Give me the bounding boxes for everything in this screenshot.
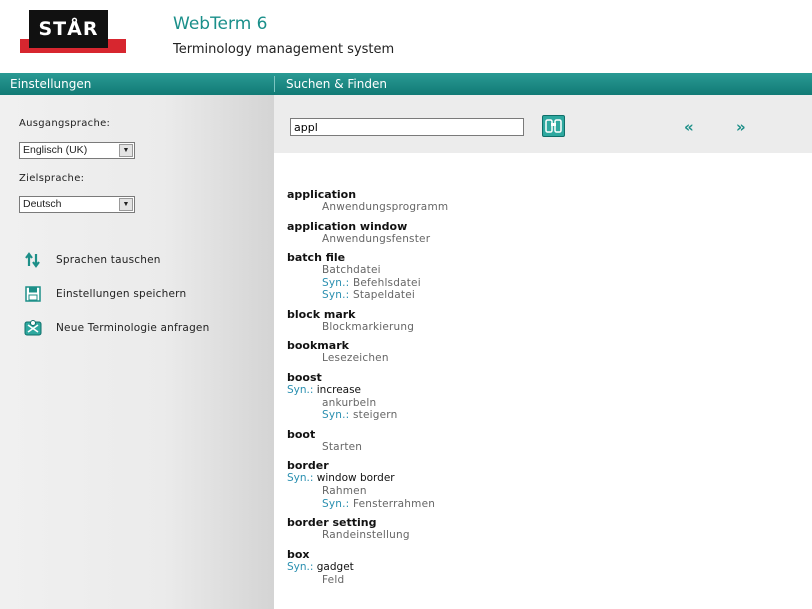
result-entry[interactable]: box Syn.: gadget Feld: [287, 548, 787, 587]
target-language-label: Zielsprache:: [19, 173, 85, 184]
source-synonym: Syn.: window border: [287, 472, 787, 485]
section-bar: Einstellungen Suchen & Finden: [0, 73, 812, 95]
result-term[interactable]: border: [287, 459, 787, 472]
result-entry[interactable]: application window Anwendungsfenster: [287, 220, 787, 246]
synonym-label: Syn.:: [322, 497, 350, 510]
synonym-label: Syn.:: [322, 276, 350, 289]
save-settings-label: Einstellungen speichern: [56, 288, 187, 300]
save-icon: [24, 285, 42, 303]
search-button[interactable]: [542, 115, 565, 137]
result-entry[interactable]: boost Syn.: increase ankurbeln Syn.: steige…: [287, 371, 787, 422]
source-synonym: Syn.: increase: [287, 384, 787, 397]
result-term[interactable]: box: [287, 548, 787, 561]
results-list: application Anwendungsprogramm application…: [287, 188, 787, 592]
synonym-value: Befehlsdatei: [352, 276, 421, 289]
result-term[interactable]: application: [287, 188, 787, 201]
binoculars-icon: [545, 119, 562, 133]
result-entry[interactable]: border setting Randeinstellung: [287, 516, 787, 542]
result-translation: Starten: [322, 440, 363, 453]
result-translation: Batchdatei: [322, 264, 381, 276]
result-translation: Anwendungsprogramm: [322, 201, 449, 213]
synonym-label: Syn.:: [287, 472, 314, 484]
translation-synonym: Syn.: Fensterrahmen: [287, 498, 787, 511]
result-translation: Lesezeichen: [322, 352, 389, 364]
translation-synonym: Syn.: steigern: [287, 409, 787, 422]
app-subtitle: Terminology management system: [173, 42, 395, 57]
swap-languages-label: Sprachen tauschen: [56, 254, 161, 266]
synonym-value: steigern: [352, 409, 398, 421]
result-term[interactable]: bookmark: [287, 339, 787, 352]
result-entry[interactable]: border Syn.: window border Rahmen Syn.: Fen…: [287, 459, 787, 510]
save-settings-button[interactable]: Einstellungen speichern: [24, 285, 186, 303]
synonym-value: increase: [316, 383, 362, 396]
search-input[interactable]: [290, 118, 524, 136]
synonym-value: gadget: [316, 560, 354, 573]
chevron-down-icon[interactable]: ▼: [119, 144, 133, 157]
source-language-value: Englisch (UK): [23, 144, 88, 156]
swap-languages-icon: [24, 251, 42, 269]
request-terminology-label: Neue Terminologie anfragen: [56, 322, 210, 334]
result-translation: Blockmarkierung: [322, 320, 415, 333]
request-terminology-icon: [24, 319, 42, 337]
result-translation: Rahmen: [322, 485, 367, 497]
previous-page-button[interactable]: «: [684, 118, 694, 136]
result-term[interactable]: boot: [287, 428, 787, 441]
translation-synonym: Syn.: Stapeldatei: [287, 289, 787, 302]
result-translation: Anwendungsfenster: [322, 232, 431, 245]
result-entry[interactable]: batch file Batchdatei Syn.: Befehlsdatei Sy…: [287, 251, 787, 302]
source-language-select[interactable]: Englisch (UK) ▼: [19, 142, 135, 159]
synonym-value: Stapeldatei: [352, 289, 416, 301]
star-logo: STÅR: [29, 10, 108, 48]
next-page-button[interactable]: »: [736, 118, 746, 136]
bar-separator: [274, 76, 275, 92]
synonym-label: Syn.:: [287, 383, 314, 396]
source-language-label: Ausgangsprache:: [19, 118, 111, 129]
synonym-label: Syn.:: [322, 289, 350, 301]
synonym-label: Syn.:: [287, 560, 314, 573]
app-title: WebTerm 6: [173, 14, 268, 34]
header: STÅR WebTerm 6 Terminology management sy…: [0, 0, 812, 73]
synonym-value: window border: [316, 472, 395, 484]
result-term[interactable]: application window: [287, 220, 787, 233]
search-bar: « »: [274, 95, 812, 153]
result-entry[interactable]: boot Starten: [287, 428, 787, 454]
result-term[interactable]: batch file: [287, 251, 787, 264]
result-translation: Randeinstellung: [322, 529, 410, 541]
synonym-label: Syn.:: [322, 409, 350, 421]
result-term[interactable]: block mark: [287, 308, 787, 321]
translation-synonym: Syn.: Befehlsdatei: [287, 277, 787, 290]
settings-sidebar: Ausgangsprache: Englisch (UK) ▼ Zielspra…: [0, 95, 274, 609]
chevron-down-icon[interactable]: ▼: [119, 198, 133, 211]
result-term[interactable]: boost: [287, 371, 787, 384]
request-terminology-button[interactable]: Neue Terminologie anfragen: [24, 319, 209, 337]
search-section-title: Suchen & Finden: [286, 77, 387, 91]
result-entry[interactable]: bookmark Lesezeichen: [287, 339, 787, 365]
settings-section-title: Einstellungen: [10, 77, 92, 91]
result-entry[interactable]: block mark Blockmarkierung: [287, 308, 787, 334]
result-term[interactable]: border setting: [287, 516, 787, 529]
synonym-value: Fensterrahmen: [352, 497, 436, 510]
target-language-value: Deutsch: [23, 198, 62, 210]
result-translation: ankurbeln: [322, 396, 377, 409]
result-translation: Feld: [322, 573, 345, 586]
swap-languages-button[interactable]: Sprachen tauschen: [24, 251, 161, 269]
source-synonym: Syn.: gadget: [287, 561, 787, 574]
target-language-select[interactable]: Deutsch ▼: [19, 196, 135, 213]
result-entry[interactable]: application Anwendungsprogramm: [287, 188, 787, 214]
